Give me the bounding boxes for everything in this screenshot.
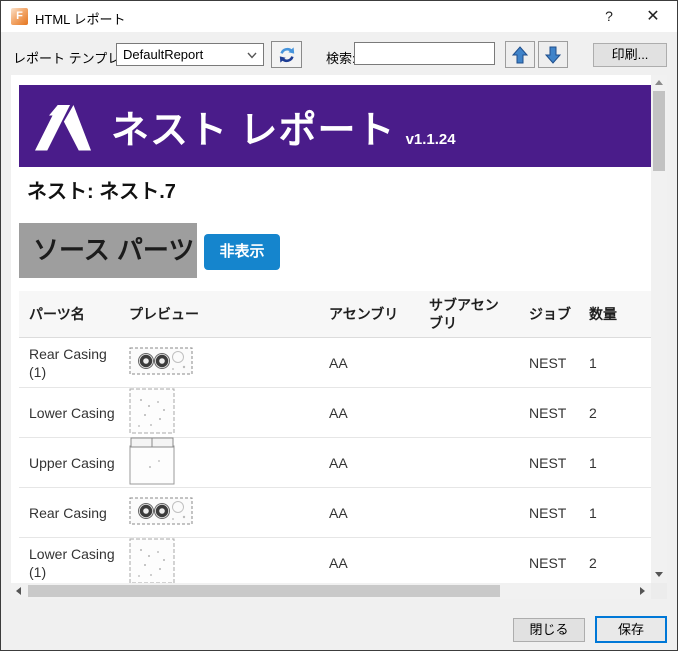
table-row: Upper Casing AA NEST 1 [19,437,651,489]
horizontal-scrollbar[interactable] [11,583,651,599]
job-cell: NEST [529,354,567,371]
part-name-cell: Rear Casing [29,504,107,521]
part-name-cell: Lower Casing [29,404,115,421]
source-parts-section-title: ソース パーツ [19,223,197,278]
assembly-cell: AA [329,354,348,371]
search-label: 検索: [326,51,356,66]
arrow-down-icon [545,46,561,64]
html-report-dialog: F HTML レポート ? ✕ レポート テンプレート: DefaultRepo… [0,0,678,651]
column-header: プレビュー [129,306,199,322]
close-icon[interactable]: ✕ [641,6,665,26]
quantity-cell: 2 [589,404,597,421]
autodesk-logo-icon [35,105,91,151]
column-header: パーツ名 [29,306,85,322]
parts-table: パーツ名 プレビュー アセンブリ サブアセンブリ ジョブ 数量 Rear Casing (… [19,291,651,583]
report-banner: ネスト レポート v1.1.24 [19,85,651,167]
refresh-button[interactable] [271,41,302,68]
vertical-scrollbar-thumb[interactable] [653,91,665,171]
table-body: Rear Casing (1) AA NEST 1 Lower Casing AA NEST… [19,338,651,583]
lower-casing-preview [129,538,175,583]
preview-cell [119,538,319,583]
assembly-cell: AA [329,504,348,521]
hide-section-button[interactable]: 非表示 [204,234,280,270]
footer: 閉じる 保存 [1,599,677,650]
app-icon: F [11,8,28,25]
report-title: ネスト レポート [111,109,396,152]
part-name-cell: Upper Casing [29,454,115,471]
preview-cell [119,346,319,380]
part-name-cell: Rear Casing (1) [29,345,107,380]
quantity-cell: 2 [589,554,597,571]
chevron-down-icon [247,52,257,59]
preview-cell [119,437,319,489]
help-button[interactable]: ? [599,8,619,24]
scroll-up-icon[interactable] [655,80,663,85]
job-cell: NEST [529,554,567,571]
part-name-cell: Lower Casing (1) [29,545,115,580]
column-header: ジョブ [529,306,571,322]
assembly-cell: AA [329,454,348,471]
table-row: Rear Casing (1) AA NEST 1 [19,338,651,388]
rear-casing-preview [129,497,193,524]
template-select[interactable]: DefaultReport [116,43,264,66]
job-cell: NEST [529,454,567,471]
scroll-right-icon[interactable] [640,587,645,595]
nest-heading: ネスト: ネスト.7 [27,181,176,203]
job-cell: NEST [529,504,567,521]
arrow-up-icon [512,45,528,63]
print-button[interactable]: 印刷... [593,43,667,67]
template-selected-value: DefaultReport [123,47,204,62]
scroll-left-icon[interactable] [16,587,21,595]
horizontal-scrollbar-thumb[interactable] [28,585,500,597]
quantity-cell: 1 [589,454,597,471]
table-row: Rear Casing AA NEST 1 [19,488,651,538]
assembly-cell: AA [329,404,348,421]
job-cell: NEST [529,404,567,421]
vertical-scrollbar[interactable] [651,75,667,583]
table-row: Lower Casing AA NEST 2 [19,388,651,438]
find-next-button[interactable] [538,41,568,68]
column-header: アセンブリ [329,306,399,322]
table-header-row: パーツ名 プレビュー アセンブリ サブアセンブリ ジョブ 数量 [19,291,651,338]
close-button[interactable]: 閉じる [513,618,585,642]
quantity-cell: 1 [589,504,597,521]
report-version: v1.1.24 [405,130,456,148]
lower-casing-preview [129,388,175,433]
column-header: サブアセンブリ [429,297,499,331]
titlebar: F HTML レポート ? ✕ [1,1,677,32]
toolbar: レポート テンプレート: DefaultReport 検索: 印刷... [1,32,677,75]
rear-casing-preview [129,347,193,374]
scroll-down-icon[interactable] [655,572,663,577]
window-title: HTML レポート [35,12,126,27]
find-previous-button[interactable] [505,41,535,68]
report-webview: ネスト レポート v1.1.24 ネスト: ネスト.7 ソース パーツ 非表示 … [11,75,667,599]
assembly-cell: AA [329,554,348,571]
quantity-cell: 1 [589,354,597,371]
save-button[interactable]: 保存 [595,616,667,643]
preview-cell [119,496,319,530]
column-header: 数量 [589,306,617,322]
upper-casing-preview [129,437,175,484]
refresh-icon [279,46,294,63]
table-row: Lower Casing (1) AA NEST 2 [19,538,651,583]
scrollbar-corner [651,583,667,599]
preview-cell [119,388,319,438]
search-input[interactable] [354,42,495,65]
